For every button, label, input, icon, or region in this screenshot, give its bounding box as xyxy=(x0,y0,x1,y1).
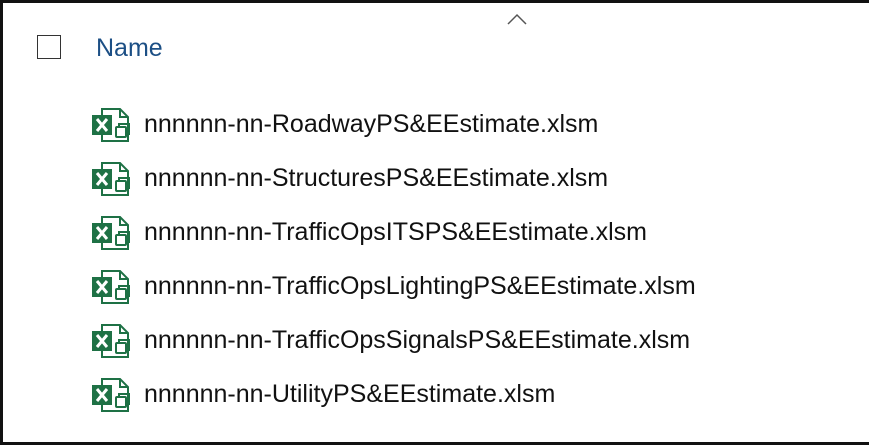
file-row[interactable]: nnnnnn-nn-TrafficOpsITSPS&EEstimate.xlsm xyxy=(3,209,869,255)
file-name[interactable]: nnnnnn-nn-TrafficOpsITSPS&EEstimate.xlsm xyxy=(144,218,647,246)
file-name[interactable]: nnnnnn-nn-TrafficOpsSignalsPS&EEstimate.… xyxy=(144,326,690,354)
file-row[interactable]: nnnnnn-nn-RoadwayPS&EEstimate.xlsm xyxy=(3,101,869,147)
file-list-view: Name nnnnnn-nn-RoadwayPS&EEstimate.xlsm xyxy=(0,0,869,445)
column-header-row: Name xyxy=(3,25,869,71)
excel-macro-workbook-icon xyxy=(92,162,130,196)
file-name[interactable]: nnnnnn-nn-UtilityPS&EEstimate.xlsm xyxy=(144,380,555,408)
excel-macro-workbook-icon xyxy=(92,324,130,358)
file-name[interactable]: nnnnnn-nn-RoadwayPS&EEstimate.xlsm xyxy=(144,110,598,138)
file-row[interactable]: nnnnnn-nn-StructuresPS&EEstimate.xlsm xyxy=(3,155,869,201)
excel-macro-workbook-icon xyxy=(92,216,130,250)
chevron-up-icon[interactable] xyxy=(506,12,528,26)
file-row[interactable]: nnnnnn-nn-UtilityPS&EEstimate.xlsm xyxy=(3,371,869,417)
file-name[interactable]: nnnnnn-nn-TrafficOpsLightingPS&EEstimate… xyxy=(144,272,696,300)
excel-macro-workbook-icon xyxy=(92,108,130,142)
file-row[interactable]: nnnnnn-nn-TrafficOpsSignalsPS&EEstimate.… xyxy=(3,317,869,363)
excel-macro-workbook-icon xyxy=(92,270,130,304)
excel-macro-workbook-icon xyxy=(92,378,130,412)
file-row[interactable]: nnnnnn-nn-TrafficOpsLightingPS&EEstimate… xyxy=(3,263,869,309)
select-all-checkbox[interactable] xyxy=(37,35,61,59)
file-name[interactable]: nnnnnn-nn-StructuresPS&EEstimate.xlsm xyxy=(144,164,608,192)
name-column-header[interactable]: Name xyxy=(96,35,163,61)
